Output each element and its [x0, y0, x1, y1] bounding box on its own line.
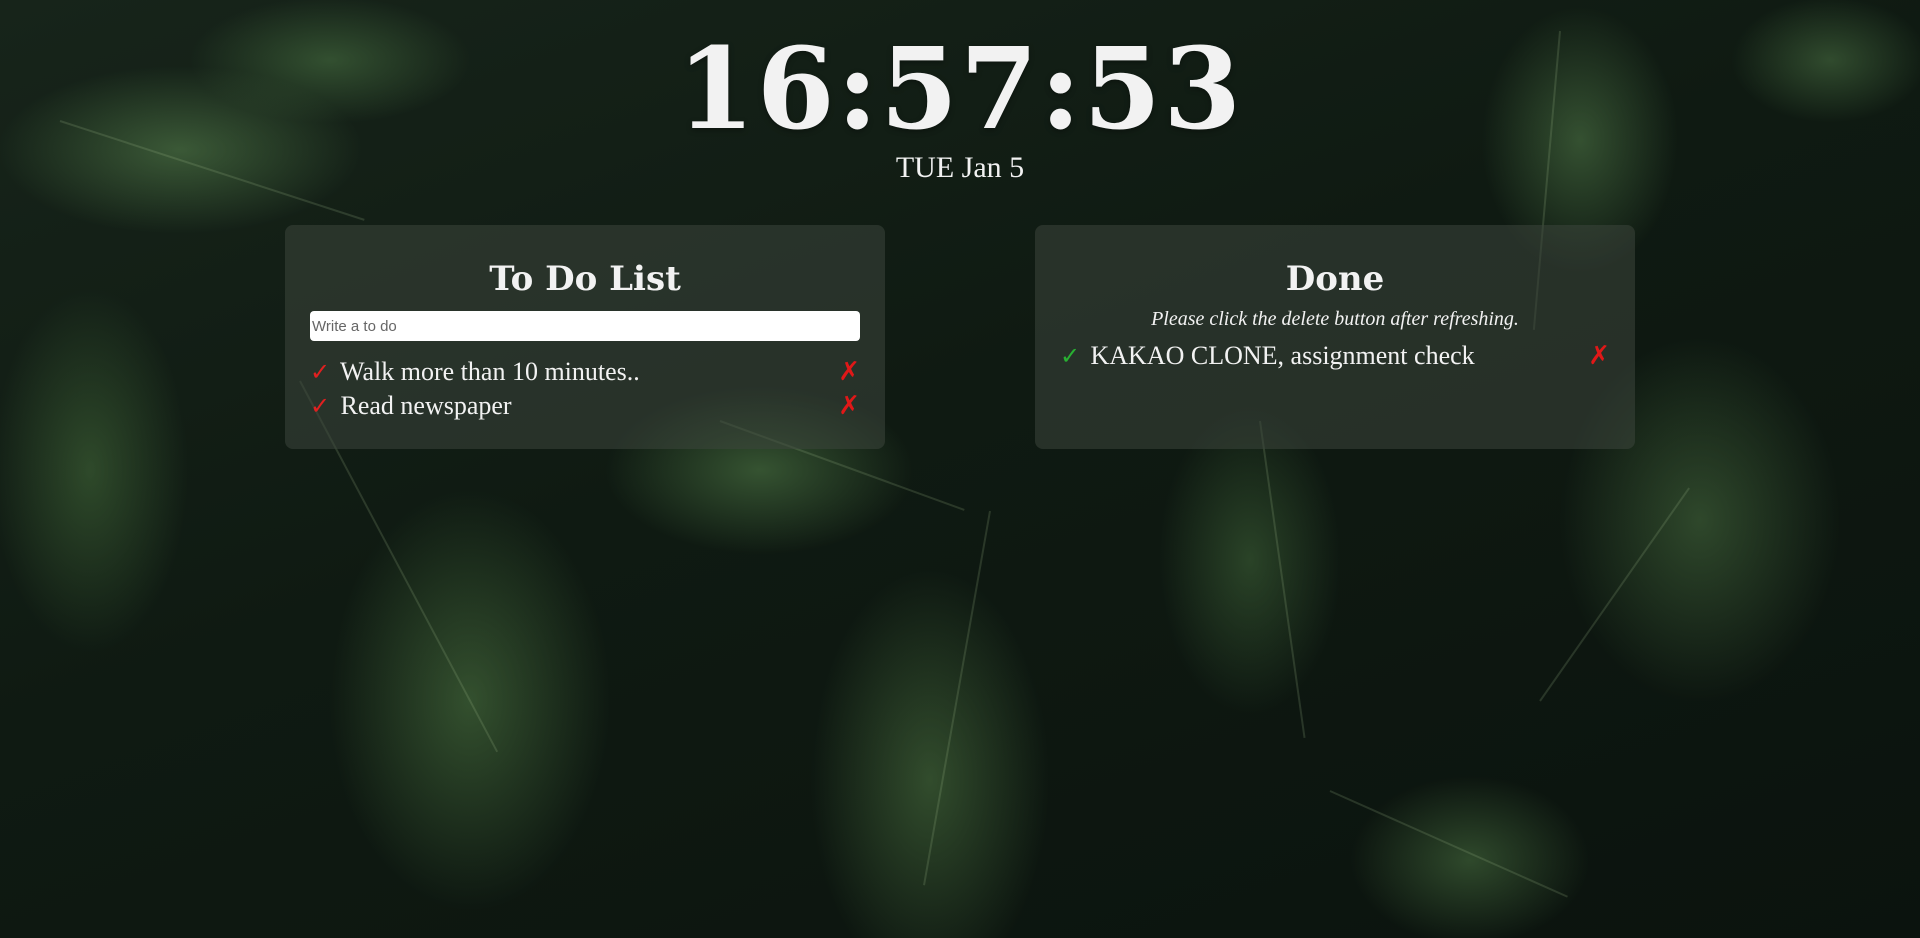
clock-time: 16:57:53 — [676, 24, 1244, 155]
check-icon: ✓ — [1060, 344, 1081, 370]
clock-date: TUE Jan 5 — [895, 151, 1025, 184]
todo-title: To Do List — [489, 259, 681, 299]
done-list-item: ✓ KAKAO CLONE, assignment check ✗ — [1060, 339, 1610, 373]
leaf-vein — [1329, 790, 1568, 898]
done-note: Please click the delete button after ref… — [1151, 308, 1519, 330]
todo-input[interactable] — [310, 311, 860, 341]
done-item-text: KAKAO CLONE, assignment check — [1090, 341, 1475, 370]
check-icon: ✓ — [310, 394, 331, 420]
delete-icon[interactable]: ✗ — [838, 389, 860, 423]
todo-item-text: Walk more than 10 minutes.. — [340, 357, 640, 386]
todo-list-item: ✓ Walk more than 10 minutes.. ✗ — [310, 355, 860, 389]
done-title: Done — [1285, 259, 1385, 299]
leaf-vein — [923, 510, 991, 886]
todo-list-item: ✓ Read newspaper ✗ — [310, 389, 860, 423]
done-panel: Done Please click the delete button afte… — [1035, 225, 1635, 449]
delete-icon[interactable]: ✗ — [838, 355, 860, 389]
leaf-vein — [1259, 420, 1306, 739]
done-list: ✓ KAKAO CLONE, assignment check ✗ — [1060, 339, 1610, 373]
todo-panel: To Do List ✓ Walk more than 10 minutes..… — [285, 225, 885, 449]
leaf-vein — [1539, 487, 1690, 702]
delete-icon[interactable]: ✗ — [1588, 339, 1610, 373]
todo-list: ✓ Walk more than 10 minutes.. ✗ ✓ Read n… — [310, 355, 860, 423]
todo-item-text: Read newspaper — [340, 391, 512, 420]
clock-area: 16:57:53 TUE Jan 5 — [0, 30, 1920, 186]
check-icon: ✓ — [310, 360, 331, 386]
